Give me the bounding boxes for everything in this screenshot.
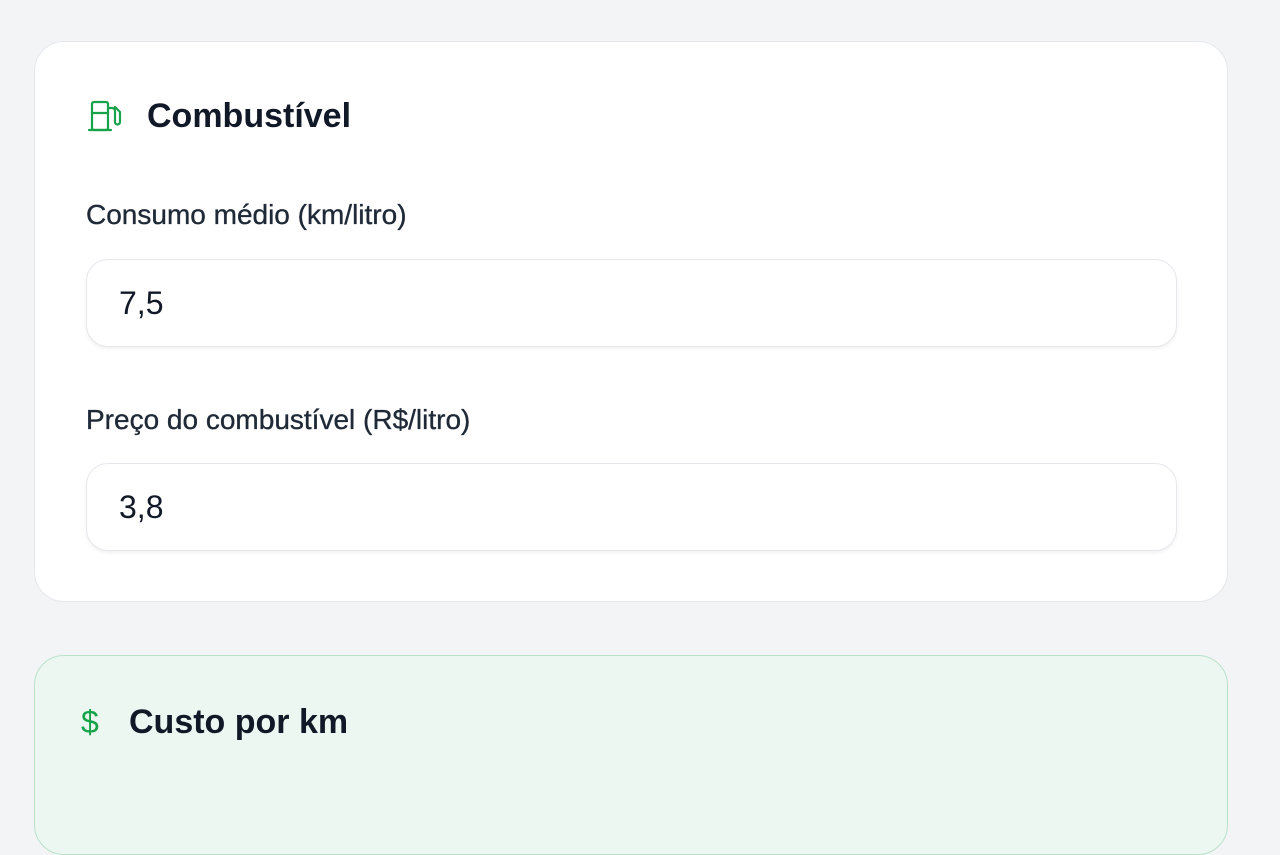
- cost-card-title: Custo por km: [129, 703, 349, 741]
- fuel-card-header: Combustível: [87, 96, 351, 136]
- dollar-icon: $: [81, 704, 99, 740]
- fuel-price-input[interactable]: [86, 463, 1177, 551]
- fuel-pump-icon: [87, 100, 122, 132]
- consumption-input[interactable]: [86, 259, 1177, 347]
- fuel-card-title: Combustível: [147, 97, 352, 135]
- cost-per-km-card: $ Custo por km: [34, 655, 1228, 855]
- consumption-label: Consumo médio (km/litro): [86, 199, 407, 230]
- cost-card-header: $ Custo por km: [81, 702, 348, 742]
- fuel-price-label: Preço do combustível (R$/litro): [86, 404, 471, 435]
- fuel-card: Combustível Consumo médio (km/litro) Pre…: [34, 41, 1228, 602]
